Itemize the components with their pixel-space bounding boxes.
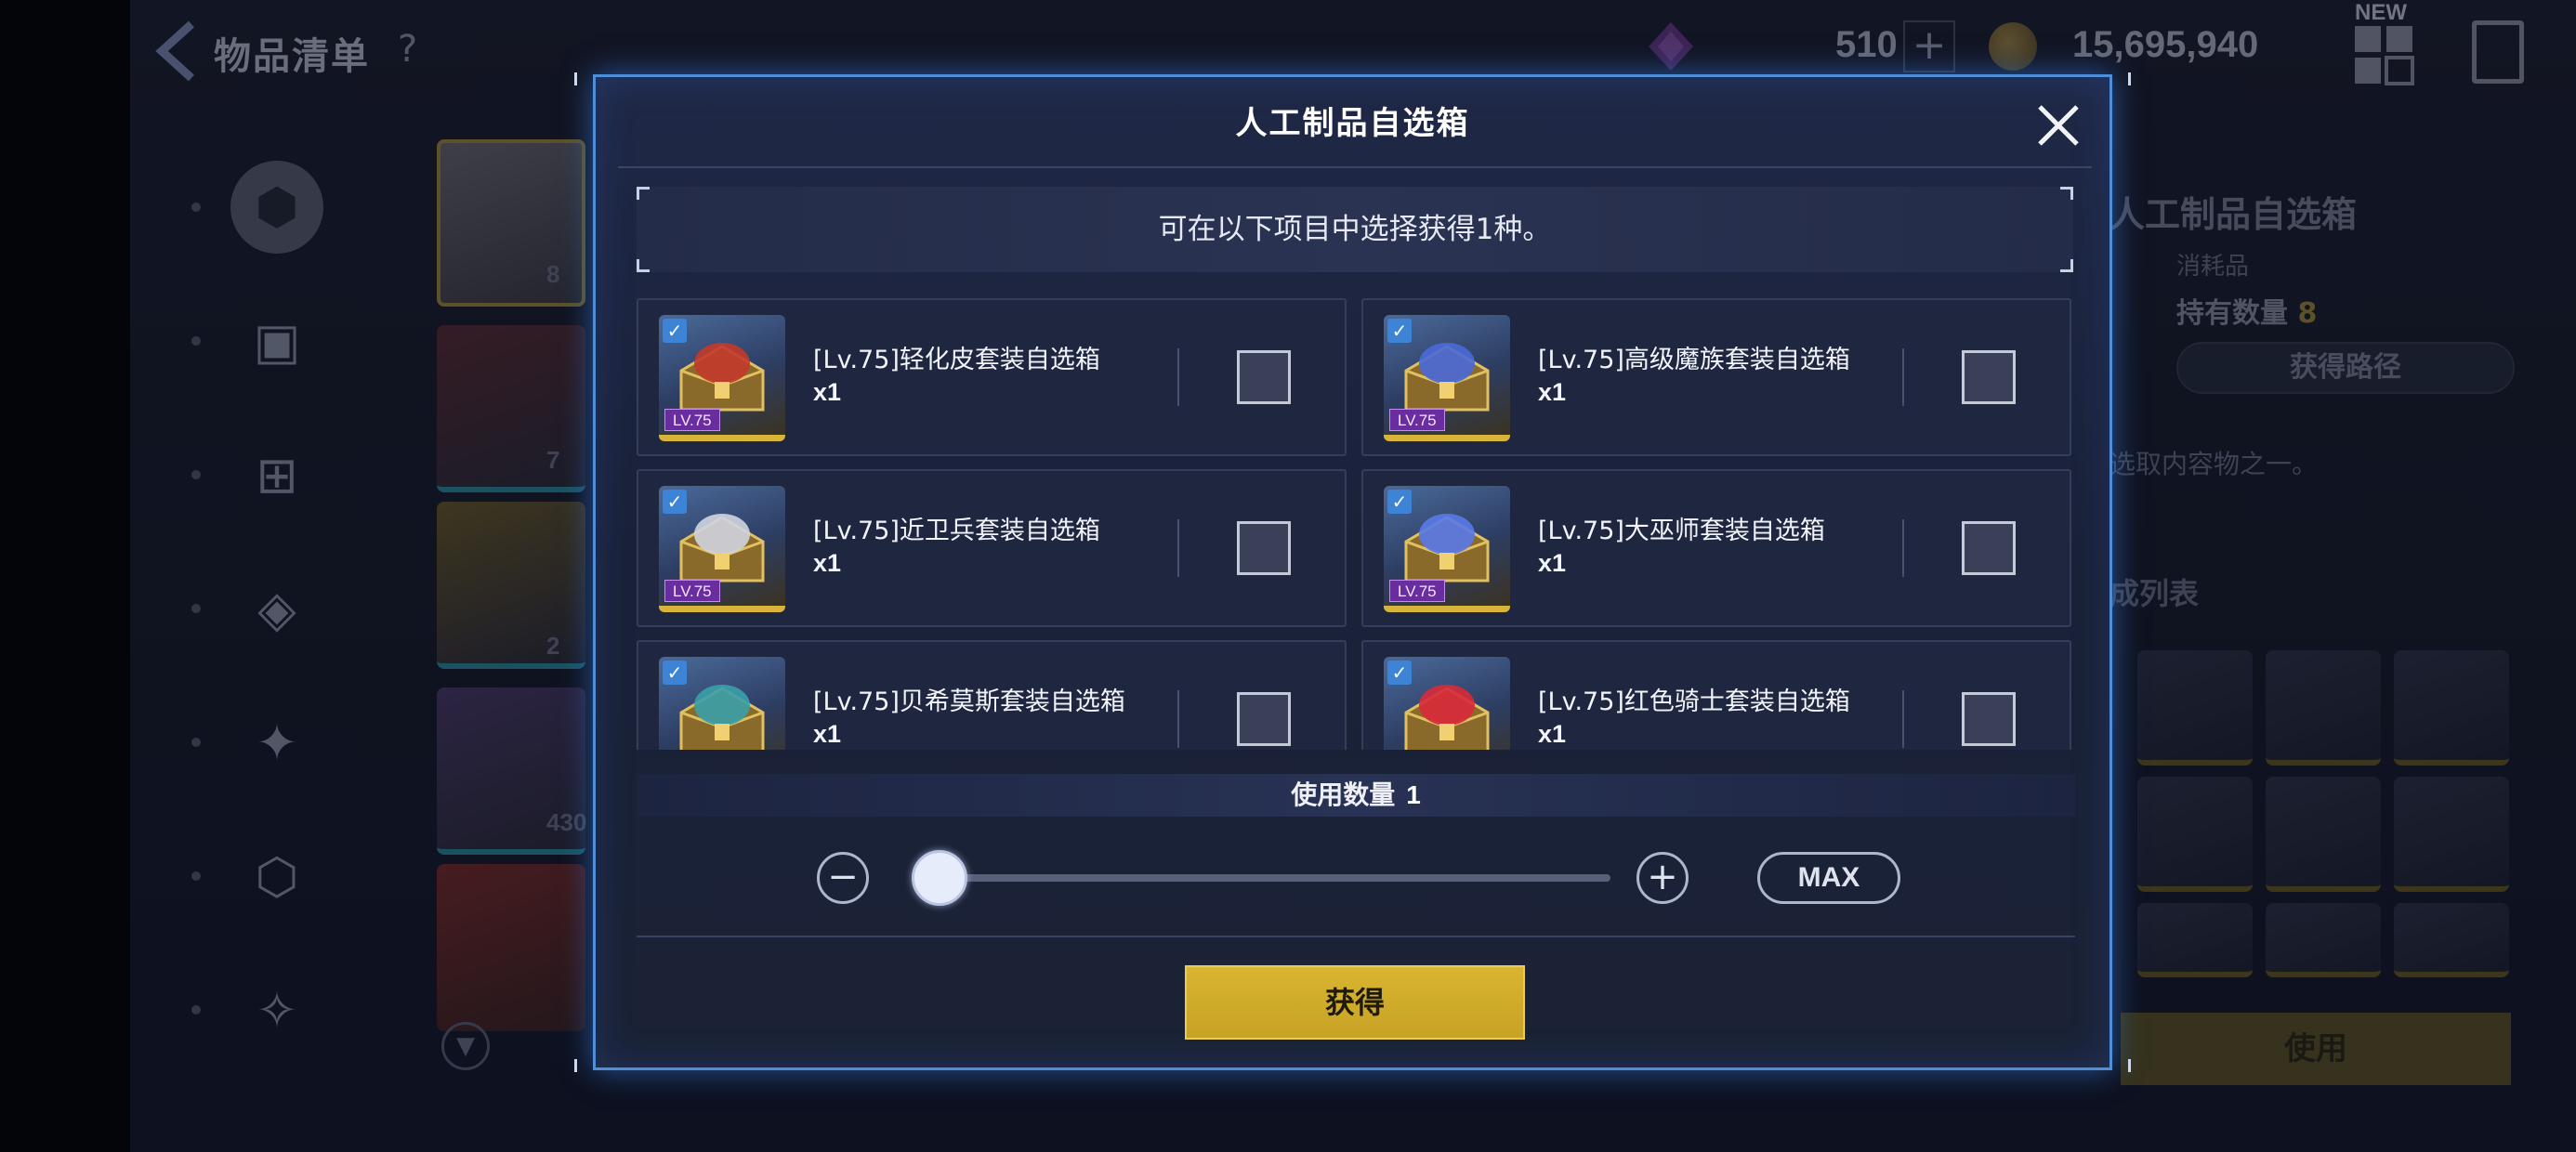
level-badge: LV.75: [664, 580, 720, 602]
chest-icon: ✓ LV.75: [1384, 486, 1510, 612]
decrease-button[interactable]: −: [817, 852, 869, 904]
item-name: [Lv.75]大巫师套装自选箱: [1538, 517, 1825, 545]
choice-item[interactable]: ✓ LV.75 [Lv.75]近卫兵套装自选箱 x1: [637, 469, 1347, 627]
separator: [1177, 348, 1179, 406]
item-quantity: x1: [1538, 378, 1567, 406]
divider: [618, 166, 2092, 168]
item-quantity: x1: [1538, 549, 1567, 577]
choice-item[interactable]: ✓ LV.75 [Lv.75]大巫师套装自选箱 x1: [1361, 469, 2071, 627]
separator: [1177, 690, 1179, 748]
increase-button[interactable]: +: [1636, 852, 1689, 904]
chest-icon: ✓LV.75: [659, 657, 785, 750]
check-mark-icon: ✓: [1387, 661, 1412, 685]
level-badge: LV.75: [1389, 580, 1445, 602]
item-name: [Lv.75]贝希莫斯套装自选箱: [813, 687, 1125, 716]
choice-item[interactable]: ✓ LV.75 [Lv.75]轻化皮套装自选箱 x1: [637, 298, 1347, 456]
item-name: [Lv.75]高级魔族套装自选箱: [1538, 346, 1850, 374]
separator: [1902, 348, 1904, 406]
level-badge: LV.75: [1389, 409, 1445, 431]
item-name: [Lv.75]近卫兵套装自选箱: [813, 517, 1100, 545]
chest-icon: ✓ LV.75: [1384, 315, 1510, 441]
separator: [1177, 519, 1179, 577]
close-icon: [2038, 105, 2079, 146]
select-checkbox[interactable]: [1237, 521, 1291, 575]
select-checkbox[interactable]: [1237, 350, 1291, 404]
select-checkbox[interactable]: [1962, 350, 2016, 404]
slider-handle[interactable]: [912, 850, 967, 906]
check-mark-icon: ✓: [1387, 319, 1412, 343]
check-mark-icon: ✓: [663, 661, 687, 685]
quantity-strip: 使用数量 1: [637, 774, 2075, 817]
level-badge: LV.75: [664, 409, 720, 431]
separator: [1902, 690, 1904, 748]
frame-tick: [2128, 1059, 2131, 1072]
check-mark-icon: ✓: [663, 490, 687, 514]
dialog-title: 人工制品自选箱: [1235, 105, 1470, 142]
quantity-slider[interactable]: [912, 850, 1610, 906]
frame-tick: [574, 1059, 577, 1072]
divider: [637, 936, 2075, 937]
quantity-value: 1: [1406, 780, 1421, 809]
max-button[interactable]: MAX: [1757, 852, 1900, 904]
quantity-label: 使用数量 1: [1291, 779, 1421, 810]
chest-icon: ✓ LV.75: [659, 315, 785, 441]
item-name: [Lv.75]轻化皮套装自选箱: [813, 346, 1100, 374]
separator: [1902, 519, 1904, 577]
frame-tick: [2128, 72, 2131, 85]
frame-tick: [574, 72, 577, 85]
select-checkbox[interactable]: [1237, 692, 1291, 746]
info-bar: 可在以下项目中选择获得1种。: [637, 187, 2073, 272]
check-mark-icon: ✓: [1387, 490, 1412, 514]
obtain-button[interactable]: 获得: [1185, 965, 1525, 1040]
select-checkbox[interactable]: [1962, 521, 2016, 575]
close-button[interactable]: [2032, 99, 2084, 151]
chest-icon: ✓LV.75: [1384, 657, 1510, 750]
item-choice-list[interactable]: ✓ LV.75 [Lv.75]轻化皮套装自选箱 x1 ✓ LV.75 [Lv.75]高级魔族…: [637, 298, 2075, 750]
choice-item[interactable]: ✓ LV.75 [Lv.75]高级魔族套装自选箱 x1: [1361, 298, 2071, 456]
instruction-text: 可在以下项目中选择获得1种。: [1158, 213, 1552, 246]
check-mark-icon: ✓: [663, 319, 687, 343]
item-quantity: x1: [813, 720, 842, 748]
item-name: [Lv.75]红色骑士套装自选箱: [1538, 687, 1850, 716]
chest-icon: ✓ LV.75: [659, 486, 785, 612]
choice-item[interactable]: ✓LV.75 [Lv.75]红色骑士套装自选箱 x1: [1361, 640, 2071, 750]
item-quantity: x1: [813, 378, 842, 406]
selection-box-dialog: 人工制品自选箱 可在以下项目中选择获得1种。 ✓ LV.75 [Lv.75]轻化皮套…: [593, 74, 2112, 1070]
item-quantity: x1: [813, 549, 842, 577]
select-checkbox[interactable]: [1962, 692, 2016, 746]
choice-item[interactable]: ✓LV.75 [Lv.75]贝希莫斯套装自选箱 x1: [637, 640, 1347, 750]
item-quantity: x1: [1538, 720, 1567, 748]
